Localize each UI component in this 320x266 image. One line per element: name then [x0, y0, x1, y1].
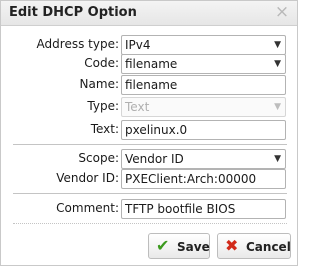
close-icon[interactable]: ×	[273, 3, 291, 21]
cancel-button[interactable]: ✖ Cancel	[217, 233, 291, 259]
chevron-down-icon: ▼	[274, 154, 281, 164]
code-row: Code: filename ▼	[1, 54, 297, 74]
scope-value: Vendor ID	[125, 152, 184, 166]
cross-icon: ✖	[225, 236, 239, 255]
scope-row: Scope: Vendor ID ▼	[1, 149, 297, 169]
check-icon: ✔	[156, 236, 170, 255]
text-row: Text: pxelinux.0	[1, 120, 297, 140]
name-input[interactable]: filename	[121, 75, 286, 95]
vendor-id-label: Vendor ID:	[56, 171, 119, 185]
text-value: pxelinux.0	[125, 123, 188, 137]
vendor-id-value: PXEClient:Arch:00000	[125, 172, 257, 186]
address-type-value: IPv4	[125, 38, 151, 52]
edit-dhcp-option-dialog: Edit DHCP Option × Address type: IPv4 ▼ …	[0, 0, 298, 266]
comment-label: Comment:	[56, 201, 119, 215]
scope-label: Scope:	[78, 151, 119, 165]
dialog-footer: ✔ Save ✖ Cancel	[1, 227, 297, 265]
footer-divider	[13, 223, 287, 224]
dialog-title: Edit DHCP Option	[9, 5, 137, 20]
type-row: Type: Text ▼	[1, 97, 297, 117]
type-label: Type:	[87, 99, 119, 113]
type-select: Text ▼	[121, 97, 286, 117]
save-label: Save	[177, 240, 210, 254]
address-type-label: Address type:	[36, 37, 119, 51]
address-type-select[interactable]: IPv4 ▼	[121, 35, 286, 55]
dialog-titlebar[interactable]: Edit DHCP Option ×	[1, 1, 297, 26]
chevron-down-icon: ▼	[274, 102, 281, 112]
code-value: filename	[125, 57, 178, 71]
cancel-label: Cancel	[246, 240, 291, 254]
address-type-row: Address type: IPv4 ▼	[1, 35, 297, 55]
text-label: Text:	[90, 122, 119, 136]
code-label: Code:	[84, 56, 119, 70]
chevron-down-icon: ▼	[274, 40, 281, 50]
vendor-id-row: Vendor ID: PXEClient:Arch:00000	[1, 169, 297, 189]
vendor-id-input[interactable]: PXEClient:Arch:00000	[121, 169, 286, 189]
divider	[13, 144, 287, 145]
chevron-down-icon: ▼	[274, 59, 281, 69]
code-select[interactable]: filename ▼	[121, 54, 286, 74]
name-label: Name:	[79, 77, 119, 91]
comment-input[interactable]: TFTP bootfile BIOS	[121, 199, 286, 219]
text-input[interactable]: pxelinux.0	[121, 120, 286, 140]
divider	[13, 193, 287, 194]
name-row: Name: filename	[1, 75, 297, 95]
scope-select[interactable]: Vendor ID ▼	[121, 149, 286, 169]
name-value: filename	[125, 78, 178, 92]
comment-value: TFTP bootfile BIOS	[125, 202, 236, 216]
comment-row: Comment: TFTP bootfile BIOS	[1, 199, 297, 219]
save-button[interactable]: ✔ Save	[148, 233, 210, 259]
type-value: Text	[125, 100, 150, 114]
